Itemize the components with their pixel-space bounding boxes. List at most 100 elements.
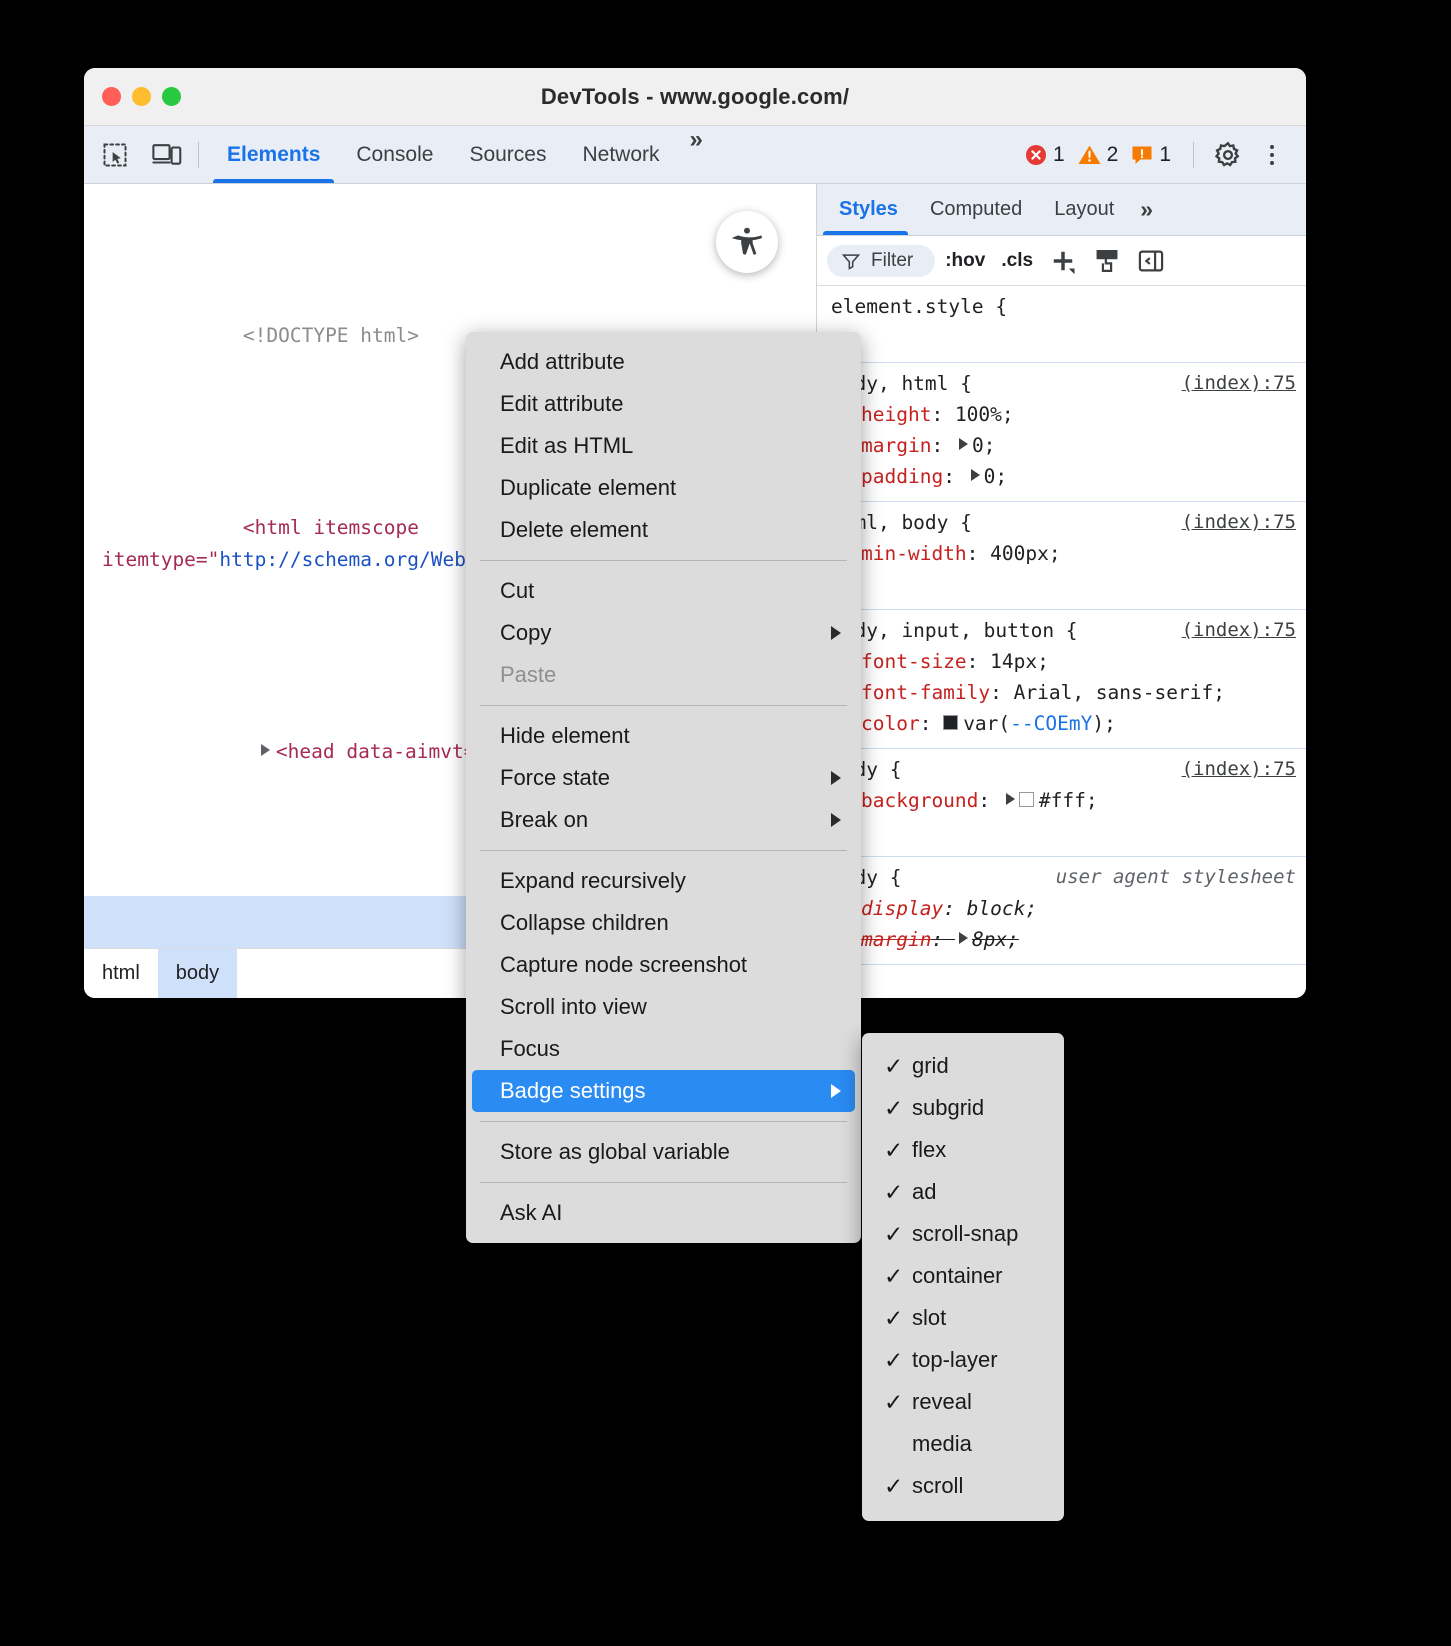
rule-origin-link[interactable]: (index):75: [1168, 368, 1296, 399]
declaration[interactable]: margin: 8px;: [817, 924, 1306, 955]
expand-shorthand-icon[interactable]: [959, 438, 968, 450]
menu-item-cut[interactable]: Cut: [472, 570, 855, 612]
declaration[interactable]: display: block;: [817, 893, 1306, 924]
expand-head-triangle[interactable]: [261, 744, 270, 756]
declaration[interactable]: background: #fff;: [817, 785, 1306, 816]
more-options-icon[interactable]: [1252, 135, 1292, 175]
filter-placeholder: Filter: [871, 250, 913, 272]
menu-separator: [480, 850, 847, 851]
color-swatch[interactable]: [943, 715, 958, 730]
menu-item-add-attribute[interactable]: Add attribute: [472, 341, 855, 383]
declaration[interactable]: height: 100%;: [817, 399, 1306, 430]
style-rule[interactable]: body, html { (index):75 height: 100%; ma…: [817, 363, 1306, 502]
declaration[interactable]: margin: 0;: [817, 430, 1306, 461]
badge-option-ad[interactable]: ✓ ad: [862, 1171, 1064, 1213]
rule-origin-link[interactable]: (index):75: [1168, 615, 1296, 646]
check-icon: ✓: [884, 1181, 902, 1204]
declaration[interactable]: min-width: 400px;: [817, 538, 1306, 569]
filter-input[interactable]: Filter: [827, 245, 935, 277]
menu-item-store-as-global-variable[interactable]: Store as global variable: [472, 1131, 855, 1173]
declaration[interactable]: font-size: 14px;: [817, 646, 1306, 677]
window-title: DevTools - www.google.com/: [84, 84, 1306, 110]
menu-item-paste: Paste: [472, 654, 855, 696]
check-icon: ✓: [884, 1223, 902, 1246]
inspect-element-icon[interactable]: [94, 136, 136, 174]
badge-option-flex[interactable]: ✓ flex: [862, 1129, 1064, 1171]
expand-shorthand-icon[interactable]: [971, 469, 980, 481]
rule-origin-link[interactable]: (index):75: [1168, 754, 1296, 785]
new-style-rule-icon[interactable]: [1043, 243, 1083, 279]
style-rule[interactable]: body { (index):75 background: #fff;: [817, 749, 1306, 857]
tab-sources[interactable]: Sources: [451, 126, 564, 183]
tab-layout[interactable]: Layout: [1038, 184, 1130, 235]
style-rule-user-agent[interactable]: body { user agent stylesheet display: bl…: [817, 857, 1306, 965]
chevron-right-icon: [831, 813, 841, 827]
badge-option-subgrid[interactable]: ✓ subgrid: [862, 1087, 1064, 1129]
styles-pane-tabs: Styles Computed Layout »: [817, 184, 1306, 236]
menu-item-scroll-into-view[interactable]: Scroll into view: [472, 986, 855, 1028]
css-variable-name[interactable]: --COEmY: [1010, 712, 1092, 735]
check-icon: ✓: [884, 1265, 902, 1288]
breadcrumb-item-body[interactable]: body: [158, 949, 237, 998]
badge-option-slot[interactable]: ✓ slot: [862, 1297, 1064, 1339]
style-rule[interactable]: html, body { (index):75 min-width: 400px…: [817, 502, 1306, 610]
styles-rules-list[interactable]: element.style { body, html { (index):75 …: [817, 286, 1306, 998]
menu-item-capture-node-screenshot[interactable]: Capture node screenshot: [472, 944, 855, 986]
badge-option-media[interactable]: media: [862, 1423, 1064, 1465]
menu-separator: [480, 1121, 847, 1122]
styles-pane: Styles Computed Layout » Filter :hov .cl…: [817, 184, 1306, 998]
menu-item-duplicate-element[interactable]: Duplicate element: [472, 467, 855, 509]
error-count-badge[interactable]: 1: [1024, 143, 1065, 167]
declaration[interactable]: padding: 0;: [817, 461, 1306, 492]
issue-count-badge[interactable]: 1: [1130, 143, 1171, 167]
rule-origin-link[interactable]: (index):75: [1168, 507, 1296, 538]
menu-item-break-on[interactable]: Break on: [472, 799, 855, 841]
menu-item-hide-element[interactable]: Hide element: [472, 715, 855, 757]
menu-item-force-state[interactable]: Force state: [472, 757, 855, 799]
badge-option-label: grid: [912, 1053, 949, 1079]
color-swatch[interactable]: [1019, 792, 1034, 807]
expand-shorthand-icon[interactable]: [1006, 793, 1015, 805]
warning-count-badge[interactable]: 2: [1077, 143, 1119, 167]
tab-elements[interactable]: Elements: [209, 126, 338, 183]
element-classes-icon[interactable]: [1087, 243, 1127, 279]
style-rule[interactable]: body, input, button { (index):75 font-si…: [817, 610, 1306, 749]
menu-item-expand-recursively[interactable]: Expand recursively: [472, 860, 855, 902]
expand-shorthand-icon[interactable]: [959, 932, 968, 944]
badge-option-top-layer[interactable]: ✓ top-layer: [862, 1339, 1064, 1381]
tab-network[interactable]: Network: [564, 126, 677, 183]
declaration[interactable]: font-family: Arial, sans-serif;: [817, 677, 1306, 708]
menu-item-ask-ai[interactable]: Ask AI: [472, 1192, 855, 1234]
badge-settings-submenu: ✓ grid ✓ subgrid ✓ flex ✓ ad ✓ scroll-sn…: [862, 1033, 1064, 1521]
more-panels-button[interactable]: »: [678, 126, 715, 183]
badge-option-label: slot: [912, 1305, 946, 1331]
badge-option-grid[interactable]: ✓ grid: [862, 1045, 1064, 1087]
badge-option-scroll-snap[interactable]: ✓ scroll-snap: [862, 1213, 1064, 1255]
badge-option-label: scroll: [912, 1473, 963, 1499]
toggle-sidebar-icon[interactable]: [1131, 243, 1171, 279]
tab-console[interactable]: Console: [338, 126, 451, 183]
settings-gear-icon[interactable]: [1208, 135, 1248, 175]
accessibility-icon[interactable]: [716, 211, 778, 273]
breadcrumb-item-html[interactable]: html: [84, 949, 158, 998]
menu-item-collapse-children[interactable]: Collapse children: [472, 902, 855, 944]
menu-item-badge-settings[interactable]: Badge settings: [472, 1070, 855, 1112]
more-styles-tabs-button[interactable]: »: [1130, 184, 1163, 235]
toggle-class-button[interactable]: .cls: [995, 246, 1039, 276]
tab-computed[interactable]: Computed: [914, 184, 1038, 235]
issue-icon: [1130, 143, 1154, 167]
declaration[interactable]: color: var(--COEmY);: [817, 708, 1306, 739]
toolbar-divider: [198, 142, 199, 168]
device-toolbar-icon[interactable]: [146, 136, 188, 174]
menu-item-focus[interactable]: Focus: [472, 1028, 855, 1070]
badge-option-reveal[interactable]: ✓ reveal: [862, 1381, 1064, 1423]
tab-styles[interactable]: Styles: [817, 184, 914, 235]
menu-item-delete-element[interactable]: Delete element: [472, 509, 855, 551]
badge-option-container[interactable]: ✓ container: [862, 1255, 1064, 1297]
toggle-hover-state-button[interactable]: :hov: [939, 246, 991, 276]
menu-item-copy[interactable]: Copy: [472, 612, 855, 654]
menu-item-edit-attribute[interactable]: Edit attribute: [472, 383, 855, 425]
style-rule-element-style[interactable]: element.style {: [817, 286, 1306, 363]
badge-option-scroll[interactable]: ✓ scroll: [862, 1465, 1064, 1507]
menu-item-edit-as-html[interactable]: Edit as HTML: [472, 425, 855, 467]
